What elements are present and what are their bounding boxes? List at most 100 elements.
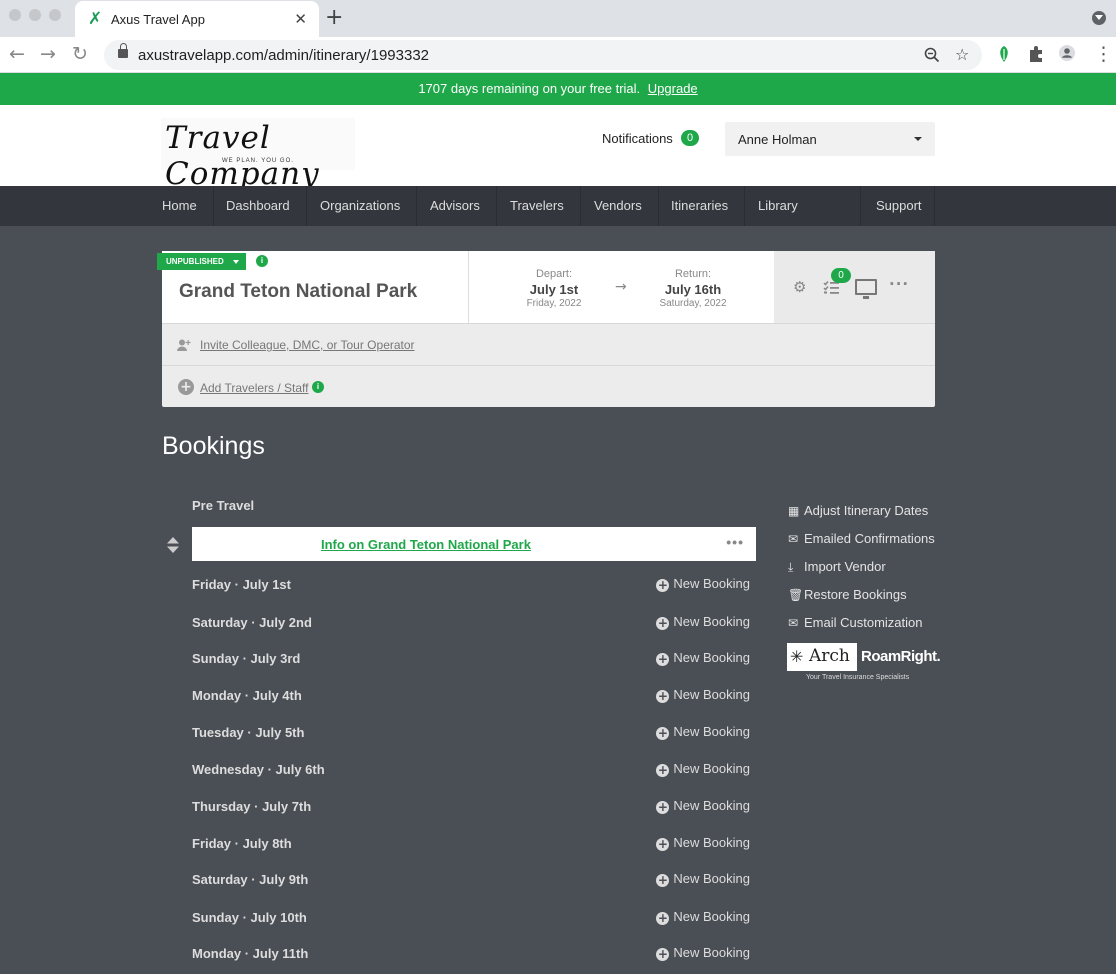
nav-item-travelers[interactable]: Travelers xyxy=(494,186,581,226)
depart-subtitle: Friday, 2022 xyxy=(526,298,582,309)
itinerary-dates-panel[interactable]: Depart: July 1st Friday, 2022 → Return: … xyxy=(468,251,774,323)
email-customization-link[interactable]: ✉ Email Customization xyxy=(788,615,923,630)
notifications-link[interactable]: Notifications xyxy=(602,131,673,146)
day-label: Sunday · July 3rd xyxy=(192,651,301,666)
nav-item-vendors[interactable]: Vendors xyxy=(578,186,659,226)
info-icon[interactable]: i xyxy=(312,381,324,393)
day-row: Monday · July 11th + New Booking xyxy=(192,943,756,965)
plus-circle-icon: + xyxy=(656,947,670,961)
day-label: Saturday · July 2nd xyxy=(192,615,312,630)
checklist-count-badge[interactable]: 0 xyxy=(831,268,851,283)
tab-close-icon[interactable]: ✕ xyxy=(294,10,307,28)
new-booking-button[interactable]: + New Booking xyxy=(656,576,750,592)
upgrade-link[interactable]: Upgrade xyxy=(648,81,698,96)
minimize-window-dot[interactable] xyxy=(29,9,41,21)
invite-row: Invite Colleague, DMC, or Tour Operator xyxy=(162,323,935,365)
nav-item-support[interactable]: Support xyxy=(860,186,935,226)
pre-travel-info-row[interactable]: Info on Grand Teton National Park ••• xyxy=(192,527,756,561)
plus-circle-icon: + xyxy=(656,616,670,630)
email-customization-label: Email Customization xyxy=(804,615,923,630)
url-text: axustravelapp.com/admin/itinerary/199333… xyxy=(138,47,429,64)
adjust-dates-link[interactable]: ▦ Adjust Itinerary Dates xyxy=(788,503,928,518)
info-icon[interactable]: i xyxy=(256,255,268,267)
new-booking-button[interactable]: + New Booking xyxy=(656,650,750,666)
nav-spacer xyxy=(811,186,861,226)
plus-circle-icon: + xyxy=(656,911,670,925)
arrow-right-icon: → xyxy=(615,279,627,295)
monitor-preview-icon[interactable] xyxy=(855,279,877,299)
new-booking-button[interactable]: + New Booking xyxy=(656,945,750,961)
new-booking-label: New Booking xyxy=(673,835,750,850)
nav-item-library[interactable]: Library xyxy=(742,186,815,226)
new-booking-label: New Booking xyxy=(673,761,750,776)
nav-item-itineraries[interactable]: Itineraries xyxy=(655,186,746,226)
user-menu-dropdown[interactable]: Anne Holman xyxy=(725,122,935,156)
reload-icon[interactable]: ↻ xyxy=(72,42,88,66)
restore-bookings-link[interactable]: 🗑Restore Bookings xyxy=(788,587,907,602)
new-booking-label: New Booking xyxy=(673,798,750,813)
plus-circle-icon[interactable]: + xyxy=(178,379,194,395)
new-booking-button[interactable]: + New Booking xyxy=(656,724,750,740)
company-logo[interactable]: Travel Company WE PLAN. YOU GO. xyxy=(161,118,355,192)
new-booking-button[interactable]: + New Booking xyxy=(656,614,750,630)
maximize-window-dot[interactable] xyxy=(49,9,61,21)
new-booking-button[interactable]: + New Booking xyxy=(656,835,750,851)
notifications-count-badge[interactable]: 0 xyxy=(681,130,699,146)
new-booking-button[interactable]: + New Booking xyxy=(656,909,750,925)
back-icon[interactable]: ← xyxy=(9,42,25,66)
extensions-puzzle-icon[interactable] xyxy=(1028,45,1044,63)
depart-date-block: Depart: July 1st Friday, 2022 xyxy=(494,268,614,309)
day-row: Monday · July 4th + New Booking xyxy=(192,685,756,707)
browser-menu-icon[interactable]: ⋮ xyxy=(1094,42,1113,66)
nav-item-dashboard[interactable]: Dashboard xyxy=(210,186,307,226)
new-booking-button[interactable]: + New Booking xyxy=(656,798,750,814)
import-vendor-link[interactable]: ⤓ Import Vendor xyxy=(788,559,886,575)
plus-circle-icon: + xyxy=(656,837,670,851)
itinerary-title[interactable]: Grand Teton National Park xyxy=(179,281,417,303)
forward-icon[interactable]: → xyxy=(40,42,56,66)
gear-icon[interactable]: ⚙ xyxy=(793,279,806,295)
nav-item-advisors[interactable]: Advisors xyxy=(414,186,497,226)
address-bar[interactable]: axustravelapp.com/admin/itinerary/199333… xyxy=(104,40,982,70)
new-booking-button[interactable]: + New Booking xyxy=(656,871,750,887)
logo-tagline: WE PLAN. YOU GO. xyxy=(222,158,294,164)
day-label: Friday · July 1st xyxy=(192,577,291,592)
new-booking-button[interactable]: + New Booking xyxy=(656,761,750,777)
new-booking-label: New Booking xyxy=(673,909,750,924)
close-window-dot[interactable] xyxy=(9,9,21,21)
more-options-icon[interactable]: ··· xyxy=(889,276,909,292)
sort-handle-icon[interactable] xyxy=(167,537,179,553)
nav-item-home[interactable]: Home xyxy=(146,186,214,226)
more-options-icon[interactable]: ••• xyxy=(726,534,744,550)
bookmark-star-icon[interactable]: ☆ xyxy=(955,45,969,65)
new-tab-icon[interactable]: + xyxy=(325,6,343,30)
day-row: Saturday · July 2nd + New Booking xyxy=(192,612,756,634)
add-travelers-link[interactable]: Add Travelers / Staff xyxy=(200,381,309,395)
new-booking-label: New Booking xyxy=(673,724,750,739)
envelope-open-icon: ✉ xyxy=(788,616,799,630)
browser-tab[interactable]: ✗ Axus Travel App ✕ xyxy=(75,1,319,37)
add-travelers-row: + Add Travelers / Staff i xyxy=(162,365,935,407)
plus-circle-icon: + xyxy=(656,726,670,740)
zoom-icon[interactable] xyxy=(924,47,940,63)
day-row: Friday · July 8th + New Booking xyxy=(192,833,756,855)
extension-leaf-icon[interactable] xyxy=(996,45,1012,63)
profile-avatar-icon[interactable] xyxy=(1059,44,1075,62)
tab-search-icon[interactable] xyxy=(1092,11,1106,25)
emailed-confirmations-link[interactable]: ✉ Emailed Confirmations xyxy=(788,531,935,546)
arch-text: Arch xyxy=(809,646,850,666)
publish-status-dropdown[interactable]: UNPUBLISHED xyxy=(157,253,246,270)
trial-banner: 1707 days remaining on your free trial. … xyxy=(0,73,1116,105)
new-booking-label: New Booking xyxy=(673,614,750,629)
nav-item-organizations[interactable]: Organizations xyxy=(304,186,418,226)
new-booking-label: New Booking xyxy=(673,687,750,702)
download-icon: ⤓ xyxy=(788,560,794,574)
info-booking-link[interactable]: Info on Grand Teton National Park xyxy=(321,537,531,552)
new-booking-label: New Booking xyxy=(673,650,750,665)
plus-circle-icon: + xyxy=(656,652,670,666)
plus-circle-icon: + xyxy=(656,689,670,703)
invite-colleague-link[interactable]: Invite Colleague, DMC, or Tour Operator xyxy=(200,338,415,352)
return-date: July 16th xyxy=(664,282,722,297)
new-booking-button[interactable]: + New Booking xyxy=(656,687,750,703)
insurance-banner[interactable]: ✳ Arch RoamRight. Your Travel Insurance … xyxy=(787,643,941,683)
